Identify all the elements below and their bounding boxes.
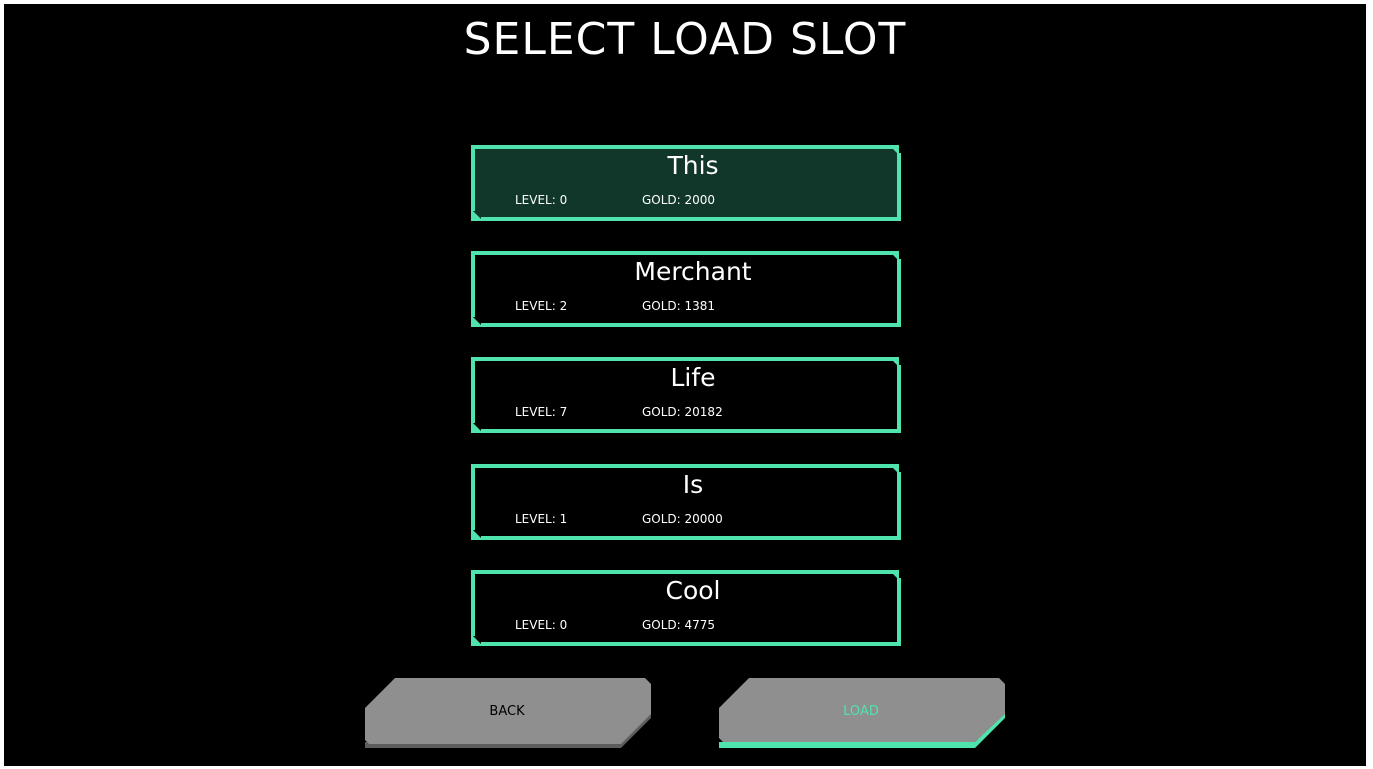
slot-gold: GOLD: 20182 — [642, 405, 723, 419]
slot-gold: GOLD: 1381 — [642, 299, 716, 313]
save-slot-5[interactable]: Cool LEVEL: 0 GOLD: 4775 — [471, 570, 901, 646]
slot-name: This — [667, 151, 719, 180]
slot-level: LEVEL: 1 — [515, 512, 568, 526]
slot-gold: GOLD: 4775 — [642, 618, 716, 632]
save-slot-1[interactable]: This LEVEL: 0 GOLD: 2000 — [471, 145, 901, 221]
slot-name: Merchant — [634, 257, 752, 286]
save-slot-2[interactable]: Merchant LEVEL: 2 GOLD: 1381 — [471, 251, 901, 327]
slot-name: Life — [670, 363, 716, 392]
page-title: SELECT LOAD SLOT — [463, 14, 907, 65]
slot-level: LEVEL: 7 — [515, 405, 568, 419]
slot-gold: GOLD: 20000 — [642, 512, 723, 526]
slot-level: LEVEL: 0 — [515, 618, 568, 632]
slot-level: LEVEL: 2 — [515, 299, 568, 313]
slot-name: Cool — [665, 576, 721, 605]
back-button[interactable]: BACK — [365, 678, 651, 751]
slot-name: Is — [682, 470, 704, 499]
slot-gold: GOLD: 2000 — [642, 193, 716, 207]
save-slot-4[interactable]: Is LEVEL: 1 GOLD: 20000 — [471, 464, 901, 540]
back-button-label: BACK — [489, 704, 525, 719]
save-slot-3[interactable]: Life LEVEL: 7 GOLD: 20182 — [471, 357, 901, 433]
slot-level: LEVEL: 0 — [515, 193, 568, 207]
load-button[interactable]: LOAD — [719, 678, 1005, 751]
load-button-label: LOAD — [843, 704, 879, 719]
